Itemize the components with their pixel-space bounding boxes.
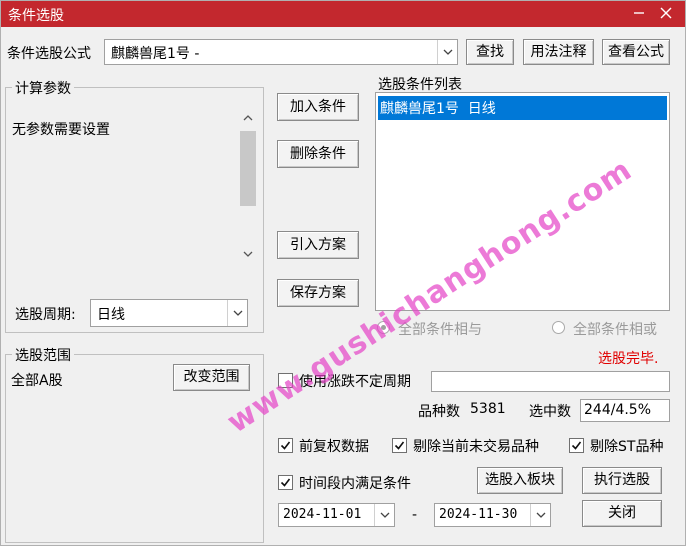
date-from-picker[interactable]: 2024-11-01 <box>278 503 395 527</box>
radio-all-or-label: 全部条件相或 <box>573 322 657 338</box>
params-scrollbar[interactable] <box>238 107 258 263</box>
prior-adjusted-checkbox[interactable] <box>278 438 293 453</box>
radio-all-and[interactable] <box>377 321 390 334</box>
date-to-value: 2024-11-30 <box>439 507 518 522</box>
date-from-value: 2024-11-01 <box>283 507 362 522</box>
chevron-down-icon[interactable] <box>243 251 253 257</box>
title-bar: 条件选股 <box>1 1 685 27</box>
view-formula-button[interactable]: 查看公式 <box>602 39 670 65</box>
save-scheme-button[interactable]: 保存方案 <box>277 279 359 307</box>
formula-label: 条件选股公式 <box>7 46 91 62</box>
variable-period-label: 使用涨跌不定周期 <box>299 374 411 390</box>
params-text: 无参数需要设置 <box>12 122 110 138</box>
chevron-down-icon[interactable] <box>437 40 457 64</box>
date-to-picker[interactable]: 2024-11-30 <box>434 503 551 527</box>
selected-count-field: 244/4.5% <box>580 399 670 422</box>
find-button[interactable]: 查找 <box>466 39 514 65</box>
usage-notes-button[interactable]: 用法注释 <box>523 39 594 65</box>
exclude-untraded-label: 剔除当前未交易品种 <box>413 439 539 455</box>
stock-count-value: 5381 <box>470 401 506 417</box>
period-label: 选股周期: <box>15 307 76 323</box>
add-to-block-button[interactable]: 选股入板块 <box>477 467 563 494</box>
params-title: 计算参数 <box>12 78 74 98</box>
close-button[interactable]: 关闭 <box>582 500 662 527</box>
variable-period-input[interactable] <box>431 371 670 392</box>
selected-count-value: 244/4.5% <box>584 402 652 418</box>
exclude-st-checkbox[interactable] <box>569 438 584 453</box>
exclude-untraded-checkbox[interactable] <box>392 438 407 453</box>
formula-value: 麒麟兽尾1号 - <box>111 46 200 62</box>
exclude-st-label: 剔除ST品种 <box>590 439 664 455</box>
condition-stock-picker-window: 条件选股 条件选股公式 麒麟兽尾1号 - 查找 用法注释 查看公式 计算参数 无… <box>0 0 686 546</box>
date-separator: - <box>412 507 418 523</box>
condition-item[interactable]: 麒麟兽尾1号 日线 <box>378 96 667 120</box>
period-combobox[interactable]: 日线 <box>90 299 248 327</box>
params-area: 无参数需要设置 <box>9 107 258 263</box>
execute-selection-button[interactable]: 执行选股 <box>582 467 662 494</box>
window-title: 条件选股 <box>8 8 64 24</box>
conditions-title: 选股条件列表 <box>378 77 462 93</box>
import-scheme-button[interactable]: 引入方案 <box>277 231 359 259</box>
period-value: 日线 <box>97 307 125 323</box>
close-icon[interactable] <box>656 4 676 24</box>
range-value: 全部A股 <box>11 373 63 389</box>
chevron-down-icon[interactable] <box>530 504 550 526</box>
range-title: 选股范围 <box>12 345 74 365</box>
scrollbar-thumb[interactable] <box>240 131 256 206</box>
add-condition-button[interactable]: 加入条件 <box>277 93 359 121</box>
radio-all-or[interactable] <box>552 321 565 334</box>
stock-count-label: 品种数 <box>418 404 460 420</box>
variable-period-checkbox[interactable] <box>278 373 293 388</box>
selected-count-label: 选中数 <box>529 404 571 420</box>
status-text: 选股完毕. <box>598 351 659 367</box>
chevron-down-icon[interactable] <box>227 300 247 326</box>
delete-condition-button[interactable]: 删除条件 <box>277 140 359 168</box>
radio-all-and-label: 全部条件相与 <box>398 322 482 338</box>
change-range-button[interactable]: 改变范围 <box>173 364 250 391</box>
prior-adjusted-label: 前复权数据 <box>299 439 369 455</box>
minimize-icon[interactable] <box>629 4 649 24</box>
conditions-list[interactable]: 麒麟兽尾1号 日线 <box>375 92 670 311</box>
time-range-label: 时间段内满足条件 <box>299 476 411 492</box>
chevron-down-icon[interactable] <box>374 504 394 526</box>
time-range-checkbox[interactable] <box>278 475 293 490</box>
chevron-up-icon[interactable] <box>243 115 253 121</box>
formula-combobox[interactable]: 麒麟兽尾1号 - <box>104 39 458 65</box>
